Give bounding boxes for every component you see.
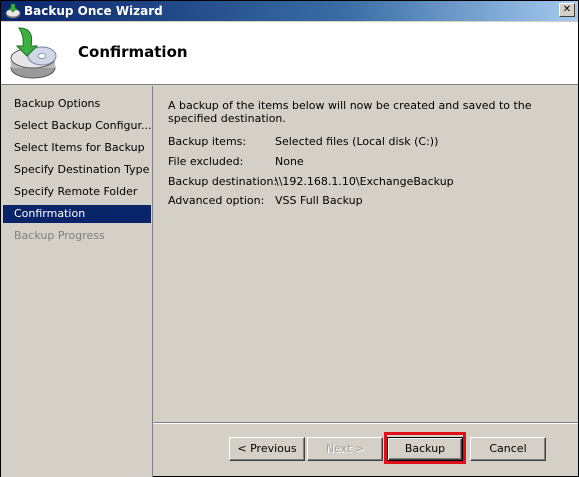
- detail-value: VSS Full Backup: [275, 194, 363, 207]
- detail-label: Backup destination:: [168, 175, 278, 188]
- window-title: Backup Once Wizard: [24, 4, 163, 18]
- sidebar-item-select-items-for-backup[interactable]: Select Items for Backup: [3, 139, 151, 157]
- backup-button[interactable]: Backup: [387, 437, 463, 461]
- sidebar-item-backup-progress: Backup Progress: [14, 229, 105, 242]
- confirmation-intro-text: A backup of the items below will now be …: [168, 99, 532, 125]
- button-bar-divider: [154, 422, 578, 424]
- detail-value: Selected files (Local disk (C:)): [275, 135, 439, 148]
- next-button: Next >: [307, 437, 383, 461]
- sidebar-item-confirmation[interactable]: Confirmation: [3, 205, 151, 223]
- detail-value: \\192.168.1.10\ExchangeBackup: [275, 175, 454, 188]
- sidebar-item-select-backup-configuration[interactable]: Select Backup Configur...: [3, 117, 151, 135]
- detail-value: None: [275, 155, 304, 168]
- sidebar-item-specify-remote-folder[interactable]: Specify Remote Folder: [3, 183, 151, 201]
- confirmation-panel: A backup of the items below will now be …: [154, 86, 578, 420]
- detail-label: File excluded:: [168, 155, 244, 168]
- backup-wizard-icon: [5, 3, 21, 19]
- close-button[interactable]: ✕: [559, 3, 575, 17]
- previous-button[interactable]: < Previous: [229, 437, 305, 461]
- wizard-header: Confirmation: [1, 22, 578, 85]
- page-title: Confirmation: [78, 43, 188, 61]
- close-icon: ✕: [562, 4, 572, 15]
- detail-label: Advanced option:: [168, 194, 265, 207]
- cancel-button[interactable]: Cancel: [470, 437, 546, 461]
- sidebar-item-backup-options[interactable]: Backup Options: [3, 95, 151, 113]
- backup-once-wizard-window: Backup Once Wizard ✕ Confirmation Backup…: [0, 0, 579, 477]
- wizard-steps-sidebar: Backup Options Select Backup Configur...…: [1, 86, 153, 477]
- title-bar[interactable]: Backup Once Wizard ✕: [1, 1, 578, 21]
- backup-disk-icon: [10, 27, 57, 79]
- detail-label: Backup items:: [168, 135, 247, 148]
- sidebar-item-specify-destination-type[interactable]: Specify Destination Type: [3, 161, 151, 179]
